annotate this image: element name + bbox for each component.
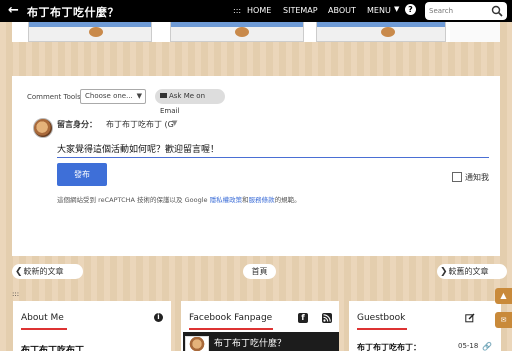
nav-sitemap-link[interactable]: SITEMAP (283, 6, 318, 15)
related-post-thumbnail[interactable] (316, 22, 446, 42)
info-icon[interactable]: i (154, 313, 163, 322)
rss-icon[interactable] (322, 313, 332, 323)
facebook-fanpage-title: Facebook Fanpage (189, 313, 273, 323)
identity-selector[interactable]: 布丁布丁吃布丁 (G (106, 119, 174, 130)
related-posts-strip (12, 22, 500, 42)
chevron-right-icon: ❯ (440, 267, 448, 277)
older-posts-button[interactable]: ❯較舊的文章 (437, 264, 507, 279)
comment-section: Comment Tools: Choose one... ▼ Ask Me on… (12, 76, 500, 256)
search-input[interactable] (429, 5, 487, 17)
top-navigation-bar: ← 布丁布丁吃什麼？ ::: HOME SITEMAP ABOUT MENU ▼… (0, 0, 512, 22)
about-me-name: 布丁布丁吃布丁 (21, 346, 85, 351)
related-posts-filler (450, 22, 500, 42)
identity-caret-icon[interactable]: ▼ (172, 119, 177, 127)
facebook-page-name[interactable]: 布丁布丁吃什麼？ (214, 336, 286, 349)
chevron-left-icon: ❮ (15, 267, 23, 277)
newer-posts-button[interactable]: ❮較新的文章 (12, 264, 83, 279)
notify-me-checkbox[interactable] (452, 172, 462, 182)
select-caret-icon: ▼ (136, 92, 142, 100)
edit-icon[interactable] (465, 313, 475, 323)
privacy-policy-link[interactable]: 隱私權政策 (210, 196, 243, 204)
recaptcha-prefix: 這個網站受到 reCAPTCHA 技術的保護以及 Google (57, 196, 210, 204)
ask-me-on-email-button[interactable]: Ask Me on Email (155, 89, 225, 115)
comment-tools-select[interactable]: Choose one... ▼ (80, 89, 146, 104)
related-post-thumbnail[interactable] (28, 22, 152, 42)
help-icon[interactable]: ? (405, 4, 416, 15)
about-me-widget: About Me i 布丁布丁吃布丁 (13, 301, 171, 351)
home-page-button[interactable]: 首頁 (243, 264, 276, 279)
search-box[interactable] (425, 2, 507, 20)
guestbook-entry-author: 布丁布丁吃布丁： (357, 343, 421, 351)
older-posts-label: 較舊的文章 (448, 267, 489, 276)
comment-tools-selected-value: Choose one... (85, 92, 133, 100)
notify-me-label[interactable]: 通知我 (465, 172, 489, 183)
back-arrow-icon[interactable]: ← (8, 3, 24, 19)
facebook-icon[interactable]: f (298, 313, 308, 323)
guestbook-entry-date: 05-18 (458, 342, 479, 350)
facebook-page-avatar[interactable] (185, 336, 209, 351)
footer-dots: ::: (12, 290, 20, 298)
newer-posts-label: 較新的文章 (23, 267, 64, 276)
commenter-avatar (33, 118, 53, 138)
comment-textarea[interactable]: 大家覺得這個活動如何呢？歡迎留言喔！ (57, 142, 489, 158)
identity-label: 留言身分： (57, 120, 97, 129)
terms-of-service-link[interactable]: 服務條款 (249, 196, 275, 204)
nav-dots-menu[interactable]: ::: (233, 6, 241, 15)
related-post-thumbnail[interactable] (170, 22, 304, 42)
publish-button[interactable]: 發布 (57, 163, 107, 186)
comment-tools-label: Comment Tools: (27, 93, 84, 101)
title-underline (189, 328, 273, 330)
nav-about-link[interactable]: ABOUT (328, 6, 356, 15)
facebook-fanpage-widget: Facebook Fanpage f 布丁布丁吃什麼？ (181, 301, 339, 351)
recaptcha-notice: 這個網站受到 reCAPTCHA 技術的保護以及 Google 隱私權政策和服務… (57, 194, 301, 204)
about-me-title: About Me (21, 313, 64, 323)
guestbook-widget: Guestbook 布丁布丁吃布丁： 05-18 🔗 (349, 301, 501, 351)
recaptcha-suffix: 的規範。 (274, 196, 301, 204)
link-icon[interactable]: 🔗 (482, 342, 492, 351)
site-title[interactable]: 布丁布丁吃什麼？ (27, 4, 119, 20)
scroll-to-top-icon[interactable]: ▲ (495, 288, 512, 304)
nav-home-link[interactable]: HOME (247, 6, 271, 15)
guestbook-title: Guestbook (357, 313, 406, 323)
nav-menu-link[interactable]: MENU (367, 6, 391, 15)
title-underline (357, 328, 407, 330)
search-icon[interactable] (491, 5, 503, 17)
chat-icon[interactable]: ✉ (495, 312, 512, 328)
caret-down-icon[interactable]: ▼ (394, 5, 399, 13)
title-underline (21, 328, 67, 330)
envelope-icon (160, 93, 167, 98)
